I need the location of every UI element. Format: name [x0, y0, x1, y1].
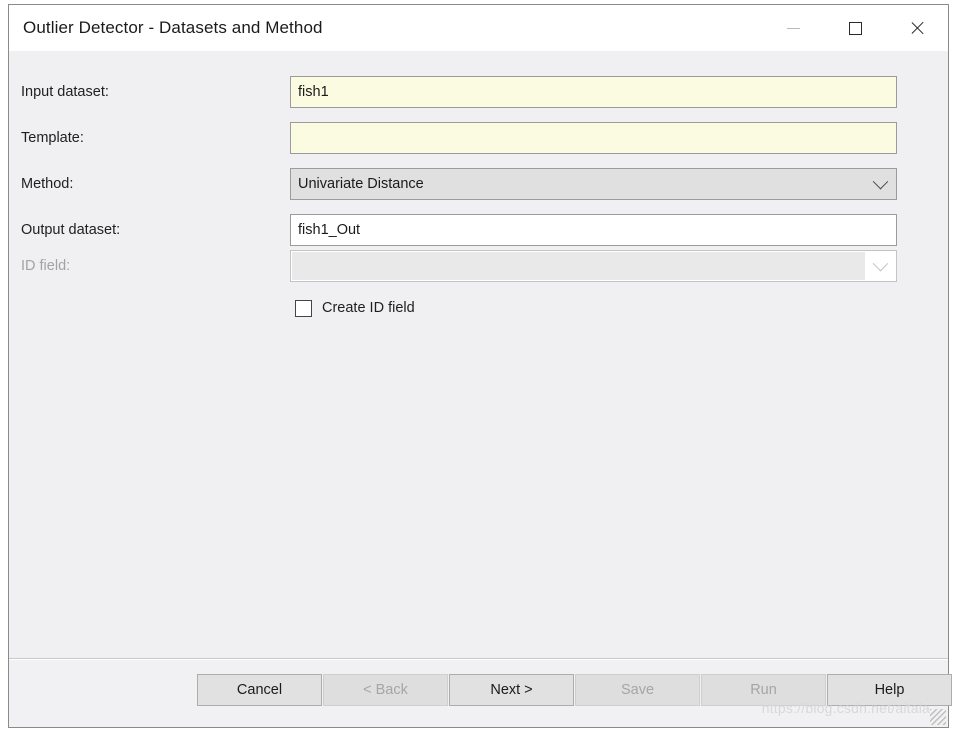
row-method: Method: Univariate Distance [9, 168, 948, 200]
save-button: Save [575, 674, 700, 706]
label-id-field: ID field: [21, 258, 71, 274]
title-bar: Outlier Detector - Datasets and Method [9, 5, 948, 51]
method-dropdown-value: Univariate Distance [298, 176, 424, 192]
minimize-button[interactable] [762, 5, 824, 51]
window-controls [762, 5, 948, 51]
label-method: Method: [21, 176, 74, 192]
label-template: Template: [21, 130, 84, 146]
row-template: Template: [9, 122, 948, 154]
create-id-field-checkbox[interactable] [295, 299, 312, 317]
chevron-down-icon [864, 173, 896, 190]
row-output-dataset: Output dataset: [9, 214, 948, 246]
dialog-footer: Cancel < Back Next > Save Run Help https… [9, 660, 952, 727]
id-field-dropdown [290, 250, 897, 282]
maximize-icon [848, 21, 862, 35]
chevron-down-icon-disabled [864, 255, 896, 272]
create-id-field-label: Create ID field [322, 300, 415, 316]
cancel-button[interactable]: Cancel [197, 674, 322, 706]
output-dataset-field[interactable] [290, 214, 897, 246]
next-button[interactable]: Next > [449, 674, 574, 706]
window-title: Outlier Detector - Datasets and Method [23, 18, 323, 37]
create-id-field-checkbox-row[interactable]: Create ID field [295, 297, 415, 319]
method-dropdown[interactable]: Univariate Distance [290, 168, 897, 200]
maximize-button[interactable] [824, 5, 886, 51]
resize-grip[interactable] [930, 709, 946, 725]
back-button: < Back [323, 674, 448, 706]
dialog-window: Outlier Detector - Datasets and Method I… [8, 4, 952, 728]
row-input-dataset: Input dataset: [9, 76, 948, 108]
close-icon [909, 20, 925, 36]
label-output-dataset: Output dataset: [21, 222, 121, 238]
id-field-disabled-fill [292, 252, 865, 280]
template-field[interactable] [290, 122, 897, 154]
dialog-content: Input dataset: Template: Method: Univari… [9, 51, 948, 658]
input-dataset-field[interactable] [290, 76, 897, 108]
row-id-field: ID field: [9, 250, 948, 282]
close-button[interactable] [886, 5, 948, 51]
label-input-dataset: Input dataset: [21, 84, 109, 100]
watermark-text: https://blog.csdn.net/aitala [761, 700, 930, 716]
minimize-icon [786, 27, 800, 29]
